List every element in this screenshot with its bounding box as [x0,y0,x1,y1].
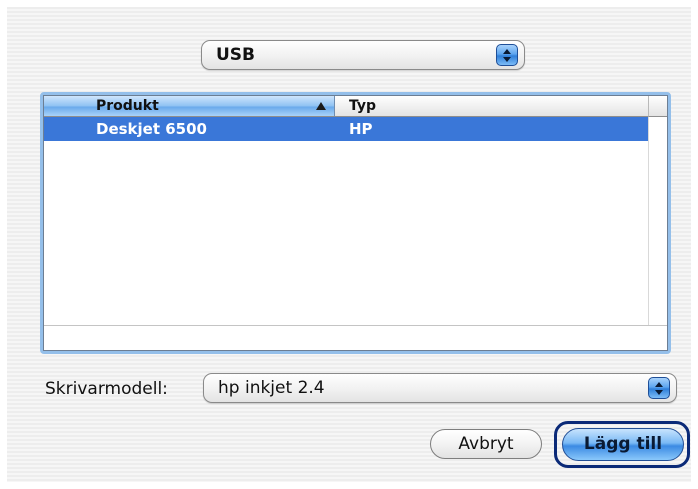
column-header-produkt-label: Produkt [96,98,159,114]
printer-model-popup[interactable]: hp inkjet 2.4 [203,373,677,403]
popup-arrows-icon[interactable] [648,377,670,399]
popup-arrows-icon[interactable] [496,44,518,66]
column-header-typ[interactable]: Typ [335,96,649,117]
sort-ascending-icon [316,102,326,110]
horizontal-scrollbar[interactable] [44,325,667,350]
add-printer-dialog: USB Produkt Typ Deskjet 6500 HP Skrivarm… [7,7,691,482]
column-divider [648,117,649,327]
printer-model-label: Skrivarmodell: [45,379,168,399]
table-header: Produkt Typ [44,96,667,117]
cell-typ: HP [349,120,373,138]
cell-produkt: Deskjet 6500 [96,120,207,138]
printer-list-table: Produkt Typ Deskjet 6500 HP [40,92,671,354]
connection-type-value: USB [216,45,256,65]
connection-type-popup[interactable]: USB [201,40,525,70]
column-header-empty [649,96,667,117]
cancel-button[interactable]: Avbryt [430,429,542,459]
column-header-produkt[interactable]: Produkt [44,96,335,117]
printer-model-value: hp inkjet 2.4 [218,378,325,398]
column-header-typ-label: Typ [349,98,377,114]
add-button[interactable]: Lägg till [562,428,684,461]
table-row[interactable]: Deskjet 6500 HP [44,117,648,141]
